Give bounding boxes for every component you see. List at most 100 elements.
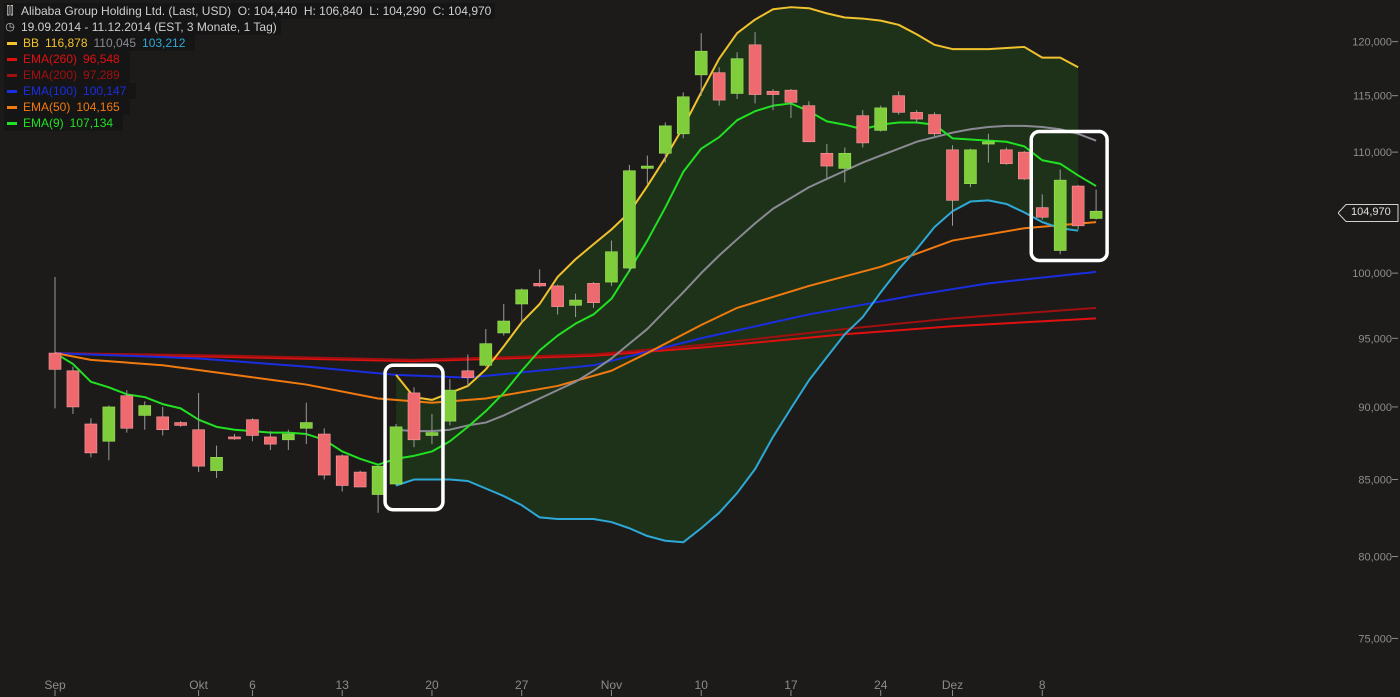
y-tick-label: 75,000 bbox=[1358, 633, 1392, 645]
candle-body bbox=[353, 471, 367, 488]
period-text: 19.09.2014 - 11.12.2014 (EST, 3 Monate, … bbox=[21, 20, 277, 34]
candle-body bbox=[748, 44, 762, 95]
close-value: C: 104,970 bbox=[432, 4, 492, 18]
candle-body bbox=[856, 115, 870, 144]
x-tick-label: 10 bbox=[695, 678, 709, 692]
indicator-swatch bbox=[7, 73, 17, 77]
candle-body bbox=[389, 426, 403, 485]
indicator-swatch bbox=[7, 105, 17, 109]
candle-body bbox=[443, 389, 457, 422]
y-tick-label: 95,000 bbox=[1358, 333, 1392, 345]
candle-body bbox=[371, 465, 385, 495]
x-tick-label: 8 bbox=[1039, 678, 1046, 692]
candle-body bbox=[658, 125, 672, 154]
candle-body bbox=[551, 285, 564, 307]
candle-body bbox=[676, 96, 690, 135]
indicator-row[interactable]: BB 116,878 110,045 103,212 bbox=[4, 35, 196, 51]
x-tick-label: 24 bbox=[874, 678, 888, 692]
x-tick-label: 20 bbox=[425, 678, 439, 692]
y-tick-label: 100,000 bbox=[1352, 268, 1392, 280]
candle-body bbox=[910, 112, 923, 120]
candle-body bbox=[228, 436, 241, 440]
candle-body bbox=[174, 422, 187, 426]
indicator-value: 100,147 bbox=[83, 84, 127, 98]
candle-body bbox=[317, 433, 331, 476]
candle-body bbox=[874, 107, 888, 131]
low-value: L: 104,290 bbox=[369, 4, 426, 18]
indicator-label: BB bbox=[23, 36, 40, 50]
open-value: O: 104,440 bbox=[237, 4, 298, 18]
last-price-value: 104,970 bbox=[1351, 206, 1391, 218]
y-tick-label: 110,000 bbox=[1353, 147, 1392, 159]
candle-body bbox=[156, 416, 169, 431]
indicator-label: EMA(100) bbox=[23, 84, 78, 98]
indicator-row[interactable]: EMA(50) 104,165 bbox=[4, 99, 130, 115]
candle-body bbox=[66, 370, 80, 408]
candle-body bbox=[964, 149, 977, 184]
candle-body bbox=[1017, 151, 1031, 180]
candle-body bbox=[210, 457, 223, 471]
indicator-swatch bbox=[7, 57, 17, 61]
candle-body bbox=[192, 429, 205, 467]
candle-body bbox=[946, 149, 959, 201]
candle-body bbox=[1035, 207, 1049, 218]
indicator-row[interactable]: EMA(260) 96,548 bbox=[4, 51, 130, 67]
candle-body bbox=[48, 352, 62, 370]
candle-body bbox=[84, 423, 98, 454]
candle-body bbox=[1071, 185, 1085, 227]
instrument-title: Alibaba Group Holding Ltd. (Last, USD) bbox=[21, 4, 232, 18]
indicator-value: 96,548 bbox=[83, 52, 120, 66]
indicator-label: EMA(50) bbox=[23, 100, 71, 114]
indicator-swatch bbox=[7, 89, 17, 93]
indicator-swatch bbox=[7, 41, 17, 45]
x-tick-label: 6 bbox=[249, 678, 256, 692]
candle-body bbox=[299, 422, 313, 429]
candle-body bbox=[425, 432, 439, 436]
x-tick-label: Dez bbox=[942, 678, 963, 692]
candle-body bbox=[335, 455, 349, 486]
candle-body bbox=[838, 152, 852, 169]
candle-body bbox=[515, 289, 529, 305]
candle-body bbox=[784, 89, 798, 103]
candlestick-icon: ⫿⫿ bbox=[6, 5, 14, 17]
candle-body bbox=[605, 251, 618, 283]
candle-body bbox=[982, 141, 995, 145]
indicator-label: EMA(9) bbox=[23, 116, 64, 130]
indicator-value: 110,045 bbox=[93, 36, 137, 50]
chart-header: ⫿⫿ Alibaba Group Holding Ltd. (Last, USD… bbox=[4, 3, 496, 131]
x-tick-label: 17 bbox=[784, 678, 798, 692]
indicator-value: 107,134 bbox=[69, 116, 114, 130]
candle-body bbox=[138, 405, 152, 416]
x-tick-label: Nov bbox=[601, 678, 622, 692]
candle-body bbox=[766, 90, 780, 95]
candle-body bbox=[623, 170, 636, 269]
last-price-tag: 104,970 bbox=[1338, 204, 1399, 222]
candle-body bbox=[928, 114, 941, 135]
indicator-row[interactable]: EMA(9) 107,134 bbox=[4, 115, 124, 131]
candle-body bbox=[120, 395, 134, 429]
y-tick-label: 85,000 bbox=[1358, 475, 1392, 487]
candle-body bbox=[533, 283, 546, 287]
candle-body bbox=[1089, 210, 1103, 219]
x-tick-label: 27 bbox=[515, 678, 529, 692]
candle-body bbox=[1053, 179, 1067, 251]
y-tick-label: 120,000 bbox=[1352, 37, 1392, 49]
indicator-row[interactable]: EMA(200) 97,289 bbox=[4, 67, 130, 83]
candle-body bbox=[712, 72, 726, 101]
candle-body bbox=[641, 165, 654, 169]
candle-body bbox=[407, 392, 421, 441]
title-row: ⫿⫿ Alibaba Group Holding Ltd. (Last, USD… bbox=[4, 3, 496, 19]
candle-body bbox=[587, 283, 600, 303]
indicator-swatch bbox=[7, 121, 17, 125]
indicator-value: 97,289 bbox=[83, 68, 120, 82]
candle-body bbox=[892, 95, 905, 113]
candle-body bbox=[246, 419, 259, 436]
indicator-label: EMA(260) bbox=[23, 52, 78, 66]
y-tick-label: 90,000 bbox=[1358, 402, 1392, 414]
candle-body bbox=[694, 50, 708, 76]
period-row: ◷ 19.09.2014 - 11.12.2014 (EST, 3 Monate… bbox=[4, 19, 281, 35]
indicator-row[interactable]: EMA(100) 100,147 bbox=[4, 83, 137, 99]
indicator-value: 116,878 bbox=[45, 36, 88, 50]
candle-body bbox=[461, 370, 475, 378]
indicator-value: 104,165 bbox=[76, 100, 120, 114]
